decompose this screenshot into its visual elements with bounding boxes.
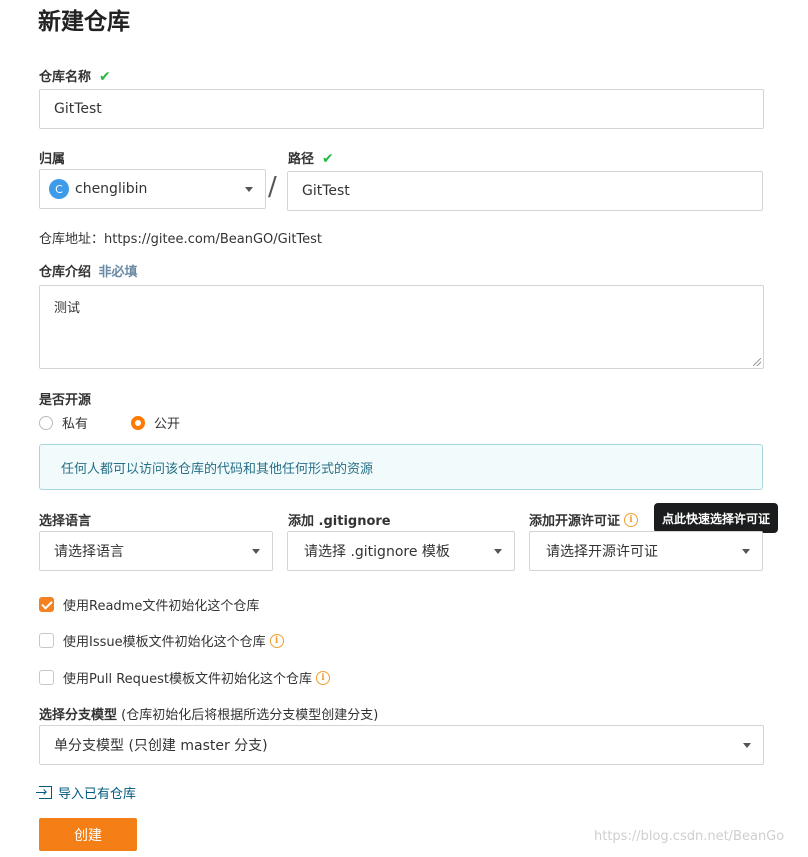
info-icon[interactable]: i <box>316 670 331 685</box>
radio-public-label: 公开 <box>154 417 181 432</box>
radio-private[interactable]: 私有 <box>39 413 88 432</box>
visibility-notice-text: 任何人都可以访问该仓库的代码和其他任何形式的资源 <box>61 461 374 477</box>
license-select[interactable]: 请选择开源许可证 <box>529 531 763 571</box>
repo-address: 仓库地址：https://gitee.com/BeanGO/GitTest <box>39 232 323 247</box>
check-icon: ✔ <box>322 151 334 167</box>
license-tooltip-text: 点此快速选择许可证 <box>662 511 771 526</box>
init-readme-label: 使用Readme文件初始化这个仓库 <box>63 599 260 614</box>
page-title: 新建仓库 <box>38 9 130 35</box>
path-label: 路径 <box>288 152 315 167</box>
language-select[interactable]: 请选择语言 <box>39 531 273 571</box>
description-textarea[interactable]: 测试 <box>39 285 764 369</box>
path-input[interactable]: GitTest <box>287 171 763 211</box>
init-issue-checkbox[interactable] <box>39 633 54 648</box>
import-icon <box>36 786 52 799</box>
visibility-notice: 任何人都可以访问该仓库的代码和其他任何形式的资源 <box>39 444 763 490</box>
owner-value: chenglibin <box>75 181 148 197</box>
init-readme-checkbox[interactable] <box>39 597 54 612</box>
branch-model-label-row: 选择分支模型 (仓库初始化后将根据所选分支模型创建分支) <box>39 704 378 723</box>
license-placeholder: 请选择开源许可证 <box>546 544 658 560</box>
language-placeholder: 请选择语言 <box>54 544 124 560</box>
path-separator: / <box>268 172 277 202</box>
description-label: 仓库介绍 <box>39 265 92 280</box>
repo-name-label: 仓库名称 <box>39 70 92 85</box>
path-label-row: 路径 ✔ <box>288 148 334 167</box>
gitignore-placeholder: 请选择 .gitignore 模板 <box>304 544 450 560</box>
radio-public[interactable]: 公开 <box>131 413 180 432</box>
init-issue-label: 使用Issue模板文件初始化这个仓库 <box>63 635 266 650</box>
license-label: 添加开源许可证 <box>529 514 621 529</box>
radio-private-circle[interactable] <box>39 415 53 430</box>
chevron-down-icon <box>245 187 253 192</box>
check-icon: ✔ <box>99 69 111 85</box>
gitignore-label: 添加 .gitignore <box>288 514 391 529</box>
optional-tag: 非必填 <box>98 265 138 280</box>
radio-private-label: 私有 <box>62 417 89 432</box>
description-label-row: 仓库介绍 非必填 <box>39 261 138 280</box>
init-issue-option[interactable]: 使用Issue模板文件初始化这个仓库 i <box>39 631 284 650</box>
checkmark-icon <box>41 598 53 610</box>
create-button-label: 创建 <box>74 827 102 844</box>
branch-model-label: 选择分支模型 <box>39 708 118 723</box>
import-repo-link[interactable]: 导入已有仓库 <box>36 783 137 802</box>
visibility-label: 是否开源 <box>39 393 92 408</box>
license-tooltip: 点此快速选择许可证 <box>654 503 779 533</box>
resize-handle-icon[interactable] <box>753 358 761 366</box>
create-button[interactable]: 创建 <box>39 818 137 851</box>
chevron-down-icon <box>494 549 502 554</box>
init-readme-option[interactable]: 使用Readme文件初始化这个仓库 <box>39 595 259 614</box>
repo-name-label-row: 仓库名称 ✔ <box>39 66 111 85</box>
language-label: 选择语言 <box>39 514 92 529</box>
description-value: 测试 <box>54 301 81 316</box>
init-pr-checkbox[interactable] <box>39 670 54 685</box>
radio-public-circle[interactable] <box>131 415 145 430</box>
import-repo-label: 导入已有仓库 <box>58 787 137 802</box>
branch-model-select[interactable]: 单分支模型 (只创建 master 分支) <box>39 725 764 765</box>
gitignore-select[interactable]: 请选择 .gitignore 模板 <box>287 531 515 571</box>
chevron-down-icon <box>743 743 751 748</box>
owner-select[interactable]: C chenglibin <box>39 169 266 209</box>
init-pr-label: 使用Pull Request模板文件初始化这个仓库 <box>63 672 313 687</box>
info-icon[interactable]: i <box>269 633 284 648</box>
license-label-row: 添加开源许可证 i <box>529 510 639 529</box>
chevron-down-icon <box>742 549 750 554</box>
branch-model-hint: (仓库初始化后将根据所选分支模型创建分支) <box>121 708 379 723</box>
info-icon[interactable]: i <box>624 512 639 527</box>
init-pr-option[interactable]: 使用Pull Request模板文件初始化这个仓库 i <box>39 668 331 687</box>
owner-label: 归属 <box>39 152 66 167</box>
repo-name-value: GitTest <box>54 101 102 117</box>
branch-model-value: 单分支模型 (只创建 master 分支) <box>54 738 268 754</box>
path-value: GitTest <box>302 183 350 199</box>
chevron-down-icon <box>252 549 260 554</box>
repo-name-input[interactable]: GitTest <box>39 89 764 129</box>
watermark: https://blog.csdn.net/BeanGo <box>594 829 785 844</box>
avatar: C <box>49 179 69 199</box>
